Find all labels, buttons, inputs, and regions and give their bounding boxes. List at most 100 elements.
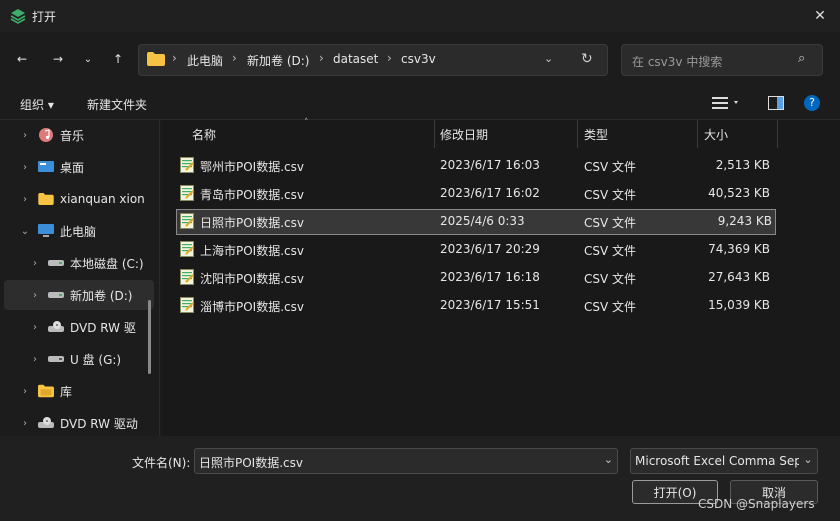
- file-size: 15,039 KB: [708, 298, 770, 312]
- folder-icon: [147, 52, 165, 69]
- csv-file-icon: [180, 241, 194, 257]
- file-date: 2023/6/17 20:29: [440, 242, 540, 256]
- nav-item-user-folder[interactable]: › xianquan xion: [18, 184, 159, 214]
- chevron-down-icon: ⌄: [83, 53, 93, 65]
- file-name: 日照市POI数据.csv: [200, 216, 304, 230]
- nav-item-this-pc[interactable]: ⌄ 此电脑: [18, 216, 159, 246]
- file-type: CSV 文件: [584, 160, 637, 174]
- breadcrumb-separator-icon: ›: [387, 51, 392, 65]
- chevron-right-icon: ›: [33, 321, 37, 333]
- forward-button[interactable]: →: [46, 47, 70, 71]
- column-divider[interactable]: [434, 120, 435, 148]
- command-bar: 组织 ▾ 新建文件夹 ?: [0, 88, 840, 120]
- new-folder-button[interactable]: 新建文件夹: [87, 96, 147, 113]
- close-button[interactable]: ✕: [808, 4, 832, 28]
- recent-locations-button[interactable]: ⌄: [76, 47, 100, 71]
- file-date: 2025/4/6 0:33: [440, 214, 525, 228]
- nav-item-dvd-drive[interactable]: › DVD RW 驱: [28, 312, 159, 342]
- organize-menu[interactable]: 组织 ▾: [20, 96, 54, 113]
- arrow-right-icon: →: [52, 52, 64, 66]
- file-type: CSV 文件: [584, 216, 637, 230]
- csv-file-icon: [180, 157, 194, 173]
- nav-item-label: U 盘 (G:): [70, 352, 122, 367]
- preview-pane-icon[interactable]: [768, 96, 784, 113]
- chevron-right-icon: ›: [23, 193, 27, 205]
- file-date: 2023/6/17 16:03: [440, 158, 540, 172]
- chevron-right-icon: ›: [33, 353, 37, 365]
- file-row[interactable]: 沈阳市POI数据.csv 2023/6/17 16:18 CSV 文件 27,6…: [176, 265, 774, 289]
- address-bar[interactable]: › 此电脑 › 新加卷 (D:) › dataset › csv3v ⌄ ↻: [138, 44, 608, 76]
- nav-pane-scrollbar[interactable]: [148, 300, 151, 374]
- library-icon: [38, 384, 54, 398]
- dvd-icon: [38, 416, 54, 430]
- up-button[interactable]: ↑: [106, 47, 130, 71]
- filetype-value: Microsoft Excel Comma Sep: [635, 454, 802, 468]
- music-icon: [38, 128, 54, 142]
- close-icon: ✕: [814, 8, 826, 24]
- nav-item-label: 音乐: [60, 128, 85, 143]
- back-button[interactable]: ←: [10, 47, 34, 71]
- drive-icon: [48, 288, 64, 302]
- address-history-chevron-icon[interactable]: ⌄: [544, 52, 553, 65]
- column-header-name[interactable]: 名称: [192, 126, 216, 143]
- nav-item-label: 桌面: [60, 160, 85, 175]
- nav-item-music[interactable]: › 音乐: [18, 120, 159, 150]
- nav-item-drive-c[interactable]: › 本地磁盘 (C:): [28, 248, 159, 278]
- app-layers-icon: [10, 8, 26, 24]
- chevron-down-icon[interactable]: ⌄: [604, 453, 613, 466]
- file-size: 9,243 KB: [717, 214, 772, 228]
- column-header-size[interactable]: 大小: [704, 126, 728, 143]
- filetype-select[interactable]: Microsoft Excel Comma Sep ⌄: [630, 448, 818, 474]
- help-icon[interactable]: ?: [804, 95, 820, 111]
- file-row[interactable]: 青岛市POI数据.csv 2023/6/17 16:02 CSV 文件 40,5…: [176, 181, 774, 205]
- breadcrumb-csv3v[interactable]: csv3v: [401, 52, 436, 66]
- file-row[interactable]: 上海市POI数据.csv 2023/6/17 20:29 CSV 文件 74,3…: [176, 237, 774, 261]
- file-row-selected[interactable]: 日照市POI数据.csv 2025/4/6 0:33 CSV 文件 9,243 …: [176, 209, 776, 235]
- chevron-down-icon: ⌄: [20, 225, 30, 237]
- search-icon[interactable]: ⌕: [798, 51, 805, 66]
- search-placeholder: 在 csv3v 中搜索: [632, 55, 723, 69]
- nav-item-label: DVD RW 驱动: [60, 416, 138, 431]
- folder-icon: [38, 192, 54, 206]
- window-title: 打开: [32, 10, 57, 24]
- file-type: CSV 文件: [584, 272, 637, 286]
- nav-item-label: xianquan xion: [60, 192, 145, 206]
- nav-item-desktop[interactable]: › 桌面: [18, 152, 159, 182]
- chevron-right-icon: ›: [33, 289, 37, 301]
- usb-drive-icon: [48, 352, 64, 366]
- filename-label: 文件名(N):: [132, 456, 191, 470]
- breadcrumb-separator-icon: ›: [172, 51, 177, 65]
- column-divider[interactable]: [777, 120, 778, 148]
- column-header-date[interactable]: 修改日期: [440, 126, 488, 143]
- file-row[interactable]: 淄博市POI数据.csv 2023/6/17 15:51 CSV 文件 15,0…: [176, 293, 774, 317]
- refresh-icon[interactable]: ↻: [581, 51, 593, 67]
- column-header-type[interactable]: 类型: [584, 126, 608, 143]
- file-name: 鄂州市POI数据.csv: [200, 160, 304, 174]
- nav-item-drive-d[interactable]: › 新加卷 (D:): [4, 280, 154, 310]
- navigation-pane: › 音乐 › 桌面 › xianquan xion ⌄ 此电脑 › 本地磁盘 (…: [0, 120, 160, 436]
- breadcrumb-dataset[interactable]: dataset: [333, 52, 378, 66]
- file-size: 40,523 KB: [708, 186, 770, 200]
- nav-item-dvd-drive-2[interactable]: › DVD RW 驱动: [18, 408, 159, 436]
- nav-item-library[interactable]: › 库: [18, 376, 159, 406]
- breadcrumb-this-pc[interactable]: 此电脑: [187, 52, 223, 69]
- watermark-text: CSDN @Snaplayers: [698, 497, 815, 511]
- nav-item-label: 本地磁盘 (C:): [70, 256, 144, 271]
- column-divider[interactable]: [577, 120, 578, 148]
- nav-item-usb-drive[interactable]: › U 盘 (G:): [28, 344, 159, 374]
- view-options-icon[interactable]: [712, 96, 740, 113]
- drive-icon: [48, 256, 64, 270]
- chevron-right-icon: ›: [23, 161, 27, 173]
- desktop-icon: [38, 160, 54, 174]
- breadcrumb-separator-icon: ›: [232, 51, 237, 65]
- breadcrumb-drive-d[interactable]: 新加卷 (D:): [247, 52, 309, 69]
- file-date: 2023/6/17 15:51: [440, 298, 540, 312]
- chevron-down-icon[interactable]: ⌄: [799, 449, 817, 473]
- column-divider[interactable]: [697, 120, 698, 148]
- file-date: 2023/6/17 16:18: [440, 270, 540, 284]
- file-type: CSV 文件: [584, 300, 637, 314]
- search-box[interactable]: 在 csv3v 中搜索 ⌕: [621, 44, 823, 76]
- arrow-up-icon: ↑: [112, 52, 124, 66]
- filename-input[interactable]: 日照市POI数据.csv ⌄: [194, 448, 618, 474]
- file-row[interactable]: 鄂州市POI数据.csv 2023/6/17 16:03 CSV 文件 2,51…: [176, 153, 774, 177]
